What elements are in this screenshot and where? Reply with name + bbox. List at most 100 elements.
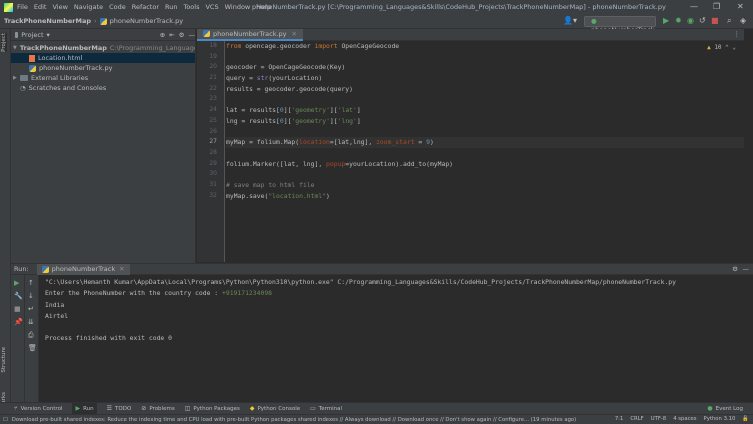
user-icon[interactable]: 👤▾ (563, 16, 577, 25)
lock-icon[interactable]: 🔓 (742, 416, 749, 422)
tool-python-console[interactable]: ◆ Python Console (250, 405, 300, 412)
project-panel-title[interactable]: Project (21, 31, 43, 39)
editor-tab-phonenumbertrack[interactable]: phoneNumberTrack.py ✕ (197, 28, 303, 41)
code-line[interactable]: lng = results[0]['geometry']['lng'] (226, 116, 744, 127)
run-configuration-select[interactable]: ● phoneNumberTrack ▾ (584, 16, 656, 43)
code-line[interactable]: myMap = folium.Map(location=[lat,lng], z… (226, 137, 744, 148)
run-panel-header: Run: phoneNumberTrack ✕ ⚙ — (11, 263, 753, 275)
chevron-down-icon[interactable]: ▾ (47, 31, 50, 39)
project-tool-tab[interactable]: Project (1, 33, 7, 52)
tool-label: TODO (115, 405, 132, 412)
menu-edit[interactable]: Edit (34, 3, 47, 11)
code-line[interactable] (226, 94, 744, 105)
tool-todo[interactable]: ☰ TODO (107, 405, 132, 412)
code-line[interactable]: folium.Marker([lat, lng], popup=yourLoca… (226, 159, 744, 170)
library-icon (20, 75, 28, 81)
menu-tools[interactable]: Tools (183, 3, 199, 11)
locate-icon[interactable]: ⊕ (160, 31, 165, 39)
pin-icon[interactable]: 📌 (14, 318, 23, 326)
tool-problems[interactable]: ⊘ Problems (141, 405, 174, 412)
tree-item-external-libraries[interactable]: ▶ External Libraries (11, 73, 195, 83)
breadcrumb-file[interactable]: phoneNumberTrack.py (110, 17, 184, 25)
menu-view[interactable]: View (52, 3, 67, 11)
soft-wrap-icon[interactable]: ↵ (28, 305, 34, 313)
tree-item-root[interactable]: ▼ TrackPhoneNumberMap C:\Programming_Lan… (11, 43, 195, 53)
code-line[interactable] (226, 127, 744, 138)
status-message[interactable]: Download pre-built shared indexes: Reduc… (12, 417, 577, 423)
close-run-tab-icon[interactable]: ✕ (119, 265, 124, 273)
indent-setting[interactable]: 4 spaces (673, 416, 696, 422)
code-line[interactable]: query = str(yourLocation) (226, 73, 744, 84)
tree-item-phonenumbertrack-py[interactable]: phoneNumberTrack.py (11, 63, 195, 73)
trash-icon[interactable]: 🗑 (28, 344, 37, 352)
menu-run[interactable]: Run (165, 3, 177, 11)
run-icon[interactable]: ▶ (663, 16, 669, 25)
menu-navigate[interactable]: Navigate (74, 3, 103, 11)
menu-vcs[interactable]: VCS (205, 3, 218, 11)
run-console[interactable]: "C:\Users\Hemanth Kumar\AppData\Local\Pr… (40, 275, 753, 402)
close-tab-icon[interactable]: ✕ (292, 30, 297, 38)
caret-position[interactable]: 7:1 (615, 416, 624, 422)
code-line[interactable]: # save map to html file (226, 180, 744, 191)
code-line[interactable]: myMap.save("location.html") (226, 191, 744, 202)
menu-window[interactable]: Window (225, 3, 251, 11)
ide-features-icon[interactable]: ◈ (740, 16, 746, 25)
scroll-up-icon[interactable]: ↑ (28, 279, 34, 287)
tool-terminal[interactable]: ▭ Terminal (310, 405, 342, 412)
scroll-down-icon[interactable]: ↓ (28, 292, 34, 300)
line-number: 21 (209, 74, 217, 82)
wrench-icon[interactable]: 🔧 (14, 292, 23, 300)
code-line[interactable]: geocoder = OpenCageGeocode(Key) (226, 62, 744, 73)
line-separator[interactable]: CRLF (630, 416, 643, 422)
python-file-icon (99, 17, 107, 25)
tab-menu-icon[interactable]: ⋮ (734, 30, 741, 38)
pycharm-logo-icon (4, 2, 13, 12)
editor-tab-label: phoneNumberTrack.py (213, 29, 287, 38)
print-icon[interactable]: ⎙ (28, 331, 34, 340)
code-line[interactable]: results = geocoder.geocode(query) (226, 84, 744, 95)
run-tab[interactable]: phoneNumberTrack ✕ (36, 263, 130, 275)
python-interpreter[interactable]: Python 3.10 (704, 416, 736, 422)
menu-code[interactable]: Code (109, 3, 126, 11)
code-line[interactable]: from opencage.geocoder import OpenCageGe… (226, 41, 744, 52)
expanded-arrow-icon[interactable]: ▼ (13, 45, 17, 51)
scroll-to-end-icon[interactable]: ⇊ (28, 318, 34, 326)
code-line[interactable] (226, 148, 744, 159)
collapsed-arrow-icon[interactable]: ▶ (13, 75, 20, 81)
tool-event-log[interactable]: ● Event Log (707, 405, 743, 412)
breadcrumb-project[interactable]: TrackPhoneNumberMap (4, 17, 91, 25)
coverage-icon[interactable]: ◉ (687, 16, 694, 25)
debug-icon[interactable]: ✹ (675, 16, 682, 25)
tree-item-location-html[interactable]: Location.html (11, 53, 195, 63)
code-editor[interactable]: ▲ 10 ⌃ ⌄ from opencage.geocoder import O… (226, 41, 744, 262)
gear-icon[interactable]: ⚙ (179, 31, 185, 39)
gear-icon[interactable]: ⚙ (732, 265, 738, 273)
collapse-all-icon[interactable]: ⇤ (169, 31, 174, 39)
restore-button[interactable]: ❐ (713, 2, 720, 11)
tool-python-packages[interactable]: ◫ Python Packages (185, 405, 240, 412)
tool-run[interactable]: ▶ Run (72, 403, 97, 414)
search-everywhere-icon[interactable]: ⌕ (727, 16, 731, 26)
menu-refactor[interactable]: Refactor (132, 3, 159, 11)
close-window-button[interactable]: ✕ (737, 2, 744, 11)
hide-panel-icon[interactable]: — (743, 265, 750, 273)
code-line[interactable] (226, 52, 744, 63)
stop-run-icon[interactable]: ■ (14, 305, 21, 313)
menu-file[interactable]: File (17, 3, 28, 11)
structure-tool-tab[interactable]: Structure (1, 347, 7, 373)
rerun-icon[interactable]: ▶ (14, 279, 19, 287)
code-line[interactable]: lat = results[0]['geometry']['lat'] (226, 105, 744, 116)
console-line: Airtel (45, 311, 69, 320)
tree-item-scratches[interactable]: ◔ Scratches and Consoles (11, 83, 195, 93)
hide-icon[interactable]: — (189, 31, 196, 39)
tool-version-control[interactable]: ⑂ Version Control (14, 405, 62, 412)
profile-icon[interactable]: ↺ (699, 16, 706, 25)
notification-icon[interactable]: ☐ (3, 417, 8, 423)
file-encoding[interactable]: UTF-8 (651, 416, 666, 422)
tree-item-label: phoneNumberTrack.py (39, 64, 113, 72)
stop-icon[interactable]: ■ (711, 16, 719, 25)
inspection-widget[interactable]: ▲ 10 ⌃ ⌄ (707, 44, 736, 51)
minimize-button[interactable]: — (690, 2, 698, 11)
line-number: 30 (209, 170, 217, 178)
code-line[interactable] (226, 169, 744, 180)
